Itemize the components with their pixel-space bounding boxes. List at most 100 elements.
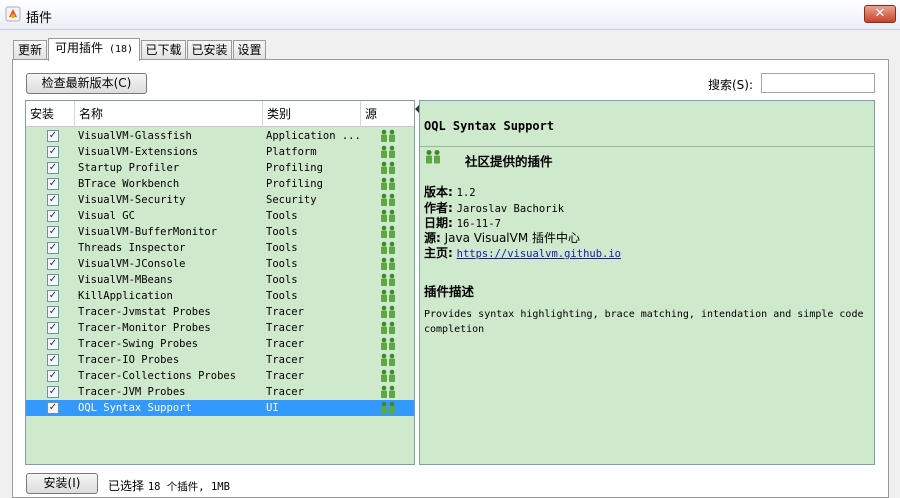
- table-row[interactable]: ✓ VisualVM-Security Security: [26, 192, 414, 208]
- install-checkbox[interactable]: ✓: [47, 146, 59, 158]
- plugin-name-cell: VisualVM-Security: [78, 194, 186, 206]
- community-source-icon: [381, 177, 395, 190]
- tab-label: 可用插件: [54, 41, 103, 55]
- table-row[interactable]: ✓ Tracer-Swing Probes Tracer: [26, 336, 414, 352]
- community-source-icon: [381, 225, 395, 238]
- plugin-details-title: OQL Syntax Support: [420, 101, 874, 147]
- description-text: Provides syntax highlighting, brace matc…: [424, 309, 864, 335]
- table-row[interactable]: ✓ Startup Profiler Profiling: [26, 160, 414, 176]
- tab-settings[interactable]: 设置: [233, 40, 266, 60]
- table-row[interactable]: ✓ OQL Syntax Support UI: [26, 400, 414, 416]
- tab-count-badge: (18): [108, 44, 134, 55]
- tab-label: 设置: [237, 43, 262, 57]
- plugin-category-cell: Tools: [266, 290, 298, 302]
- install-checkbox[interactable]: ✓: [47, 274, 59, 286]
- column-header-install[interactable]: 安装: [26, 101, 75, 127]
- table-row[interactable]: ✓ VisualVM-JConsole Tools: [26, 256, 414, 272]
- plugin-category-cell: Tools: [266, 274, 298, 286]
- plugin-name-cell: Tracer-Jvmstat Probes: [78, 306, 211, 318]
- description-heading: 插件描述: [424, 284, 475, 299]
- tab-label: 已下载: [145, 43, 182, 57]
- plugin-category-cell: Application ...: [266, 130, 361, 142]
- install-checkbox[interactable]: ✓: [47, 322, 59, 334]
- plugin-name-cell: Startup Profiler: [78, 162, 180, 174]
- plugin-category-cell: Tools: [266, 210, 298, 222]
- plugin-name-cell: Visual GC: [78, 210, 135, 222]
- install-checkbox[interactable]: ✓: [47, 178, 59, 190]
- plugin-name-cell: VisualVM-MBeans: [78, 274, 173, 286]
- install-checkbox[interactable]: ✓: [47, 258, 59, 270]
- column-header-category[interactable]: 类别: [263, 101, 361, 127]
- author-key: 作者:: [424, 201, 453, 215]
- table-row[interactable]: ✓ VisualVM-MBeans Tools: [26, 272, 414, 288]
- plugin-name-cell: Tracer-Monitor Probes: [78, 322, 211, 334]
- table-row[interactable]: ✓ VisualVM-Glassfish Application ...: [26, 128, 414, 144]
- community-source-icon: [381, 257, 395, 270]
- search-label: 搜索(S):: [708, 78, 754, 92]
- table-row[interactable]: ✓ VisualVM-Extensions Platform: [26, 144, 414, 160]
- install-checkbox[interactable]: ✓: [47, 370, 59, 382]
- plugin-category-cell: Security: [266, 194, 317, 206]
- table-row[interactable]: ✓ BTrace Workbench Profiling: [26, 176, 414, 192]
- homepage-line: 主页: https://visualvm.github.io: [424, 244, 621, 261]
- plugin-category-cell: Tools: [266, 258, 298, 270]
- plugin-name-cell: OQL Syntax Support: [78, 402, 192, 414]
- table-row[interactable]: ✓ Threads Inspector Tools: [26, 240, 414, 256]
- table-row[interactable]: ✓ VisualVM-BufferMonitor Tools: [26, 224, 414, 240]
- plugin-name-cell: Tracer-Swing Probes: [78, 338, 199, 350]
- install-checkbox[interactable]: ✓: [47, 306, 59, 318]
- plugin-name-cell: Threads Inspector: [78, 242, 186, 254]
- plugin-name-cell: Tracer-JVM Probes: [78, 386, 186, 398]
- install-checkbox[interactable]: ✓: [47, 354, 59, 366]
- tab-downloaded[interactable]: 已下载: [141, 40, 186, 60]
- tab-updates[interactable]: 更新: [13, 40, 47, 60]
- plugin-name-cell: Tracer-IO Probes: [78, 354, 180, 366]
- plugin-name-cell: Tracer-Collections Probes: [78, 370, 237, 382]
- install-checkbox[interactable]: ✓: [47, 210, 59, 222]
- table-row[interactable]: ✓ Tracer-IO Probes Tracer: [26, 352, 414, 368]
- community-source-icon: [381, 193, 395, 206]
- close-button[interactable]: ✕: [864, 5, 896, 23]
- check-latest-version-button[interactable]: 检查最新版本(C): [26, 73, 147, 94]
- install-checkbox[interactable]: ✓: [47, 226, 59, 238]
- tab-installed[interactable]: 已安装: [187, 40, 232, 60]
- install-checkbox[interactable]: ✓: [47, 242, 59, 254]
- plugin-name-cell: VisualVM-Extensions: [78, 146, 199, 158]
- install-checkbox[interactable]: ✓: [47, 386, 59, 398]
- install-button[interactable]: 安装(I): [26, 473, 98, 494]
- table-row[interactable]: ✓ Visual GC Tools: [26, 208, 414, 224]
- version-line: 版本: 1.2: [424, 183, 476, 200]
- install-checkbox[interactable]: ✓: [47, 130, 59, 142]
- column-header-name[interactable]: 名称: [75, 101, 263, 127]
- table-row[interactable]: ✓ Tracer-JVM Probes Tracer: [26, 384, 414, 400]
- community-source-icon: [381, 305, 395, 318]
- plugin-category-cell: Tracer: [266, 322, 304, 334]
- community-source-icon: [381, 353, 395, 366]
- table-row[interactable]: ✓ Tracer-Jvmstat Probes Tracer: [26, 304, 414, 320]
- visualvm-app-icon: [5, 6, 21, 22]
- tab-available-plugins[interactable]: 可用插件 (18): [48, 38, 140, 61]
- table-row[interactable]: ✓ KillApplication Tools: [26, 288, 414, 304]
- table-row[interactable]: ✓ Tracer-Collections Probes Tracer: [26, 368, 414, 384]
- homepage-link[interactable]: https://visualvm.github.io: [457, 248, 621, 260]
- plugin-name-cell: VisualVM-Glassfish: [78, 130, 192, 142]
- install-checkbox[interactable]: ✓: [47, 194, 59, 206]
- search-input[interactable]: [761, 73, 875, 93]
- column-header-source[interactable]: 源: [361, 101, 414, 127]
- tab-label: 已安装: [191, 43, 228, 57]
- plugin-category-cell: Platform: [266, 146, 317, 158]
- install-checkbox[interactable]: ✓: [47, 338, 59, 350]
- plugin-name-cell: KillApplication: [78, 290, 173, 302]
- install-checkbox[interactable]: ✓: [47, 290, 59, 302]
- plugin-category-cell: Tracer: [266, 354, 304, 366]
- install-checkbox[interactable]: ✓: [47, 162, 59, 174]
- plugin-name-cell: VisualVM-JConsole: [78, 258, 186, 270]
- plugin-name-cell: VisualVM-BufferMonitor: [78, 226, 218, 238]
- install-checkbox[interactable]: ✓: [47, 402, 59, 414]
- table-row[interactable]: ✓ Tracer-Monitor Probes Tracer: [26, 320, 414, 336]
- version-key: 版本:: [424, 185, 453, 199]
- community-source-icon: [381, 145, 395, 158]
- version-value: 1.2: [456, 187, 476, 199]
- plugins-table: 安装 名称 类别 源 ✓ VisualVM-Glassfish Applicatio…: [25, 100, 415, 465]
- community-source-icon: [381, 209, 395, 222]
